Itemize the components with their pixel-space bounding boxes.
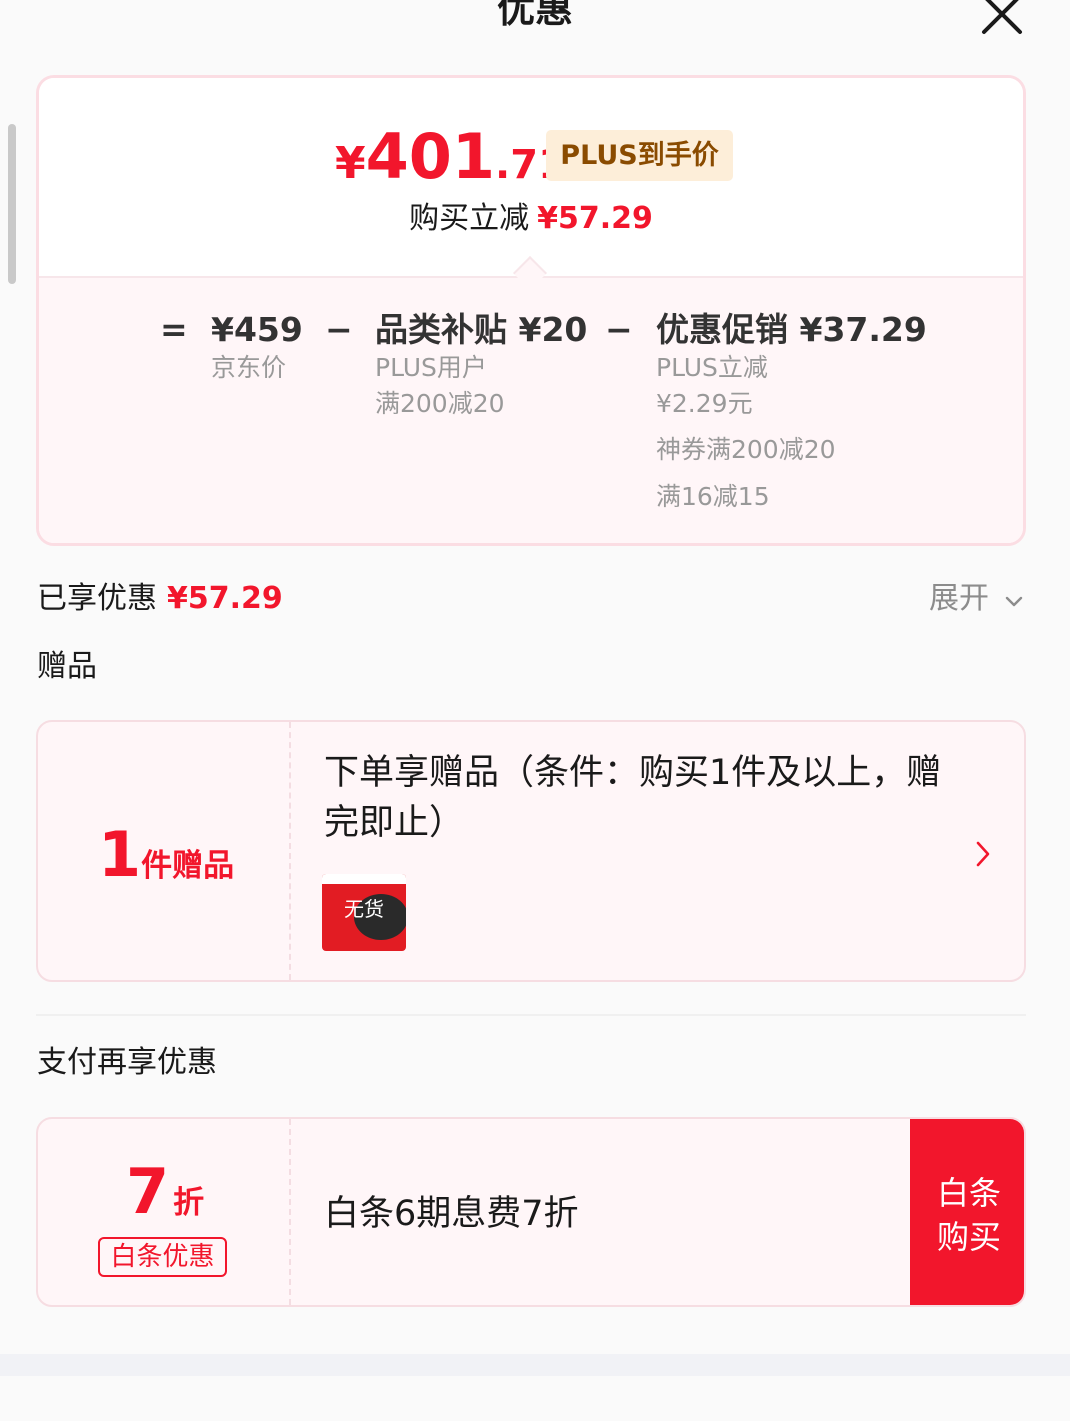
buy-button-line1: 白条 bbox=[936, 1174, 1001, 1212]
currency-symbol: ¥ bbox=[335, 138, 366, 189]
bottom-band bbox=[0, 1354, 1070, 1376]
gift-thumbnail[interactable]: 无货 bbox=[322, 874, 406, 951]
discount-unit: 折 bbox=[173, 1185, 205, 1221]
page-title: 优惠 bbox=[496, 0, 573, 31]
final-price: ¥401.71 bbox=[335, 122, 566, 208]
out-of-stock-label: 无货 bbox=[344, 897, 384, 921]
thumb-band bbox=[322, 874, 406, 884]
discount-rate: 7折 bbox=[126, 1157, 204, 1243]
section-separator bbox=[36, 1014, 1026, 1016]
minus-sign: − bbox=[605, 310, 633, 349]
promotion-detail: PLUS立减 bbox=[656, 353, 768, 382]
buy-save-amount: ¥57.29 bbox=[537, 201, 653, 236]
subsidy-detail: PLUS用户 bbox=[375, 353, 487, 382]
chevron-down-icon[interactable] bbox=[1005, 593, 1023, 611]
minus-sign: − bbox=[325, 310, 353, 349]
price-summary-top: ¥401.71 PLUS到手价 购买立减 ¥57.29 bbox=[39, 78, 1023, 276]
expand-button[interactable]: 展开 bbox=[929, 578, 989, 620]
gift-divider bbox=[289, 722, 291, 980]
gift-card[interactable]: 1件赠品 下单享赠品（条件：购买1件及以上，赠完即止） 无货 bbox=[36, 720, 1026, 982]
buy-save-label: 购买立减 bbox=[409, 201, 530, 236]
jd-price-label: 京东价 bbox=[211, 353, 287, 382]
chevron-right-icon[interactable] bbox=[974, 840, 992, 868]
baitiao-offer-tag: 白条优惠 bbox=[98, 1237, 227, 1277]
payment-description: 白条6期息费7折 bbox=[324, 1194, 579, 1234]
payment-section-title: 支付再享优惠 bbox=[37, 1045, 217, 1080]
category-subsidy-title: 品类补贴 ¥20 bbox=[375, 310, 588, 349]
baitiao-buy-button[interactable]: 白条 购买 bbox=[910, 1119, 1024, 1305]
bottom-area bbox=[0, 1376, 1070, 1421]
price-summary-card: ¥401.71 PLUS到手价 购买立减 ¥57.29 = ¥459 京东价 − … bbox=[36, 75, 1026, 546]
payment-offer-card: 7折 白条优惠 白条6期息费7折 白条 购买 bbox=[36, 1117, 1026, 1307]
equals-sign: = bbox=[160, 310, 188, 349]
enjoyed-amount: ¥57.29 bbox=[167, 581, 283, 616]
gift-count: 1件赠品 bbox=[98, 820, 234, 906]
gift-count-label: 件赠品 bbox=[141, 848, 235, 884]
plus-price-tag: PLUS到手价 bbox=[546, 130, 733, 181]
enjoyed-label: 已享优惠 bbox=[37, 581, 157, 616]
gift-count-number: 1 bbox=[98, 818, 142, 891]
promotion-detail: 神券满200减20 bbox=[656, 435, 836, 464]
price-breakdown: = ¥459 京东价 − 品类补贴 ¥20 PLUS用户 满200减20 − 优… bbox=[39, 276, 1023, 543]
promotion-detail: ¥2.29元 bbox=[656, 389, 753, 418]
gift-description: 下单享赠品（条件：购买1件及以上，赠完即止） bbox=[324, 753, 942, 843]
buy-button-line2: 购买 bbox=[936, 1218, 1001, 1256]
promotion-title: 优惠促销 ¥37.29 bbox=[656, 310, 927, 349]
close-icon[interactable] bbox=[978, 0, 1026, 38]
discount-number: 7 bbox=[126, 1155, 170, 1228]
scrollbar[interactable] bbox=[8, 124, 16, 284]
gift-section-title: 赠品 bbox=[37, 649, 97, 684]
payment-divider bbox=[289, 1119, 291, 1305]
subsidy-detail: 满200减20 bbox=[375, 389, 505, 418]
price-integer: 401 bbox=[365, 120, 496, 193]
jd-price-amount: ¥459 bbox=[211, 310, 303, 349]
promotion-detail: 满16减15 bbox=[656, 482, 770, 511]
enjoyed-discount: 已享优惠 ¥57.29 bbox=[37, 578, 283, 620]
buy-save-line: 购买立减 ¥57.29 bbox=[39, 198, 1023, 240]
